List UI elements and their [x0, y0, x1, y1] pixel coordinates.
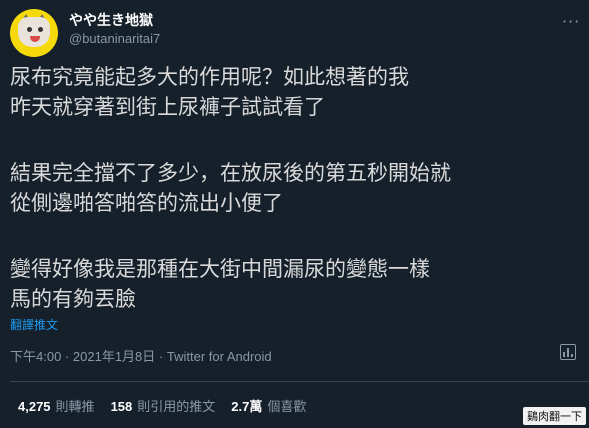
- analytics-bar: [571, 354, 573, 357]
- tweet-line: 馬的有夠丟臉: [10, 287, 136, 311]
- tweet-time[interactable]: 下午4:00: [10, 349, 61, 364]
- display-name[interactable]: やや生き地獄: [69, 10, 153, 30]
- tweet-line: 從側邊啪答啪答的流出小便了: [10, 191, 283, 215]
- cat-face: [18, 17, 50, 47]
- retweets-stat[interactable]: 4,275 則轉推: [18, 396, 95, 415]
- analytics-icon[interactable]: [560, 344, 576, 360]
- analytics-bar: [567, 348, 569, 357]
- analytics-bar: [563, 352, 565, 357]
- tweet-meta: 下午4:00 · 2021年1月8日 · Twitter for Android: [10, 346, 272, 365]
- likes-stat[interactable]: 2.7萬 個喜歡: [231, 396, 306, 415]
- cat-eye-left: [27, 27, 32, 32]
- tweet-line: 昨天就穿著到街上尿褲子試試看了: [10, 95, 325, 119]
- meta-separator: ·: [158, 349, 164, 364]
- divider: [10, 381, 589, 382]
- more-options-icon[interactable]: ···: [562, 12, 580, 31]
- engagement-stats: 4,275 則轉推 158 則引用的推文 2.7萬 個喜歡: [18, 396, 306, 415]
- watermark: 鷄肉翻一下: [523, 407, 586, 425]
- user-handle[interactable]: @butaninaritai7: [69, 31, 160, 46]
- quotes-count: 158: [110, 399, 133, 414]
- avatar[interactable]: [10, 9, 58, 57]
- meta-separator: ·: [64, 349, 70, 364]
- tweet-text: 尿布究竟能起多大的作用呢？如此想著的我 昨天就穿著到街上尿褲子試試看了 結果完全…: [10, 62, 580, 314]
- retweets-count: 4,275: [18, 399, 51, 414]
- tweet-line: 變得好像我是那種在大街中間漏尿的變態一樣: [10, 257, 430, 281]
- tweet-source[interactable]: Twitter for Android: [167, 349, 272, 364]
- quotes-stat[interactable]: 158 則引用的推文: [111, 396, 216, 415]
- cat-eye-right: [38, 27, 43, 32]
- tweet-line: 尿布究竟能起多大的作用呢？如此想著的我: [10, 65, 409, 89]
- retweets-label: 則轉推: [55, 399, 95, 414]
- translate-tweet-link[interactable]: 翻譯推文: [10, 316, 58, 333]
- likes-count: 2.7萬: [231, 399, 263, 414]
- quotes-label: 則引用的推文: [137, 399, 216, 414]
- tweet-date[interactable]: 2021年1月8日: [73, 349, 155, 364]
- tweet-line: 結果完全擋不了多少，在放尿後的第五秒開始就: [10, 161, 451, 185]
- likes-label: 個喜歡: [267, 399, 307, 414]
